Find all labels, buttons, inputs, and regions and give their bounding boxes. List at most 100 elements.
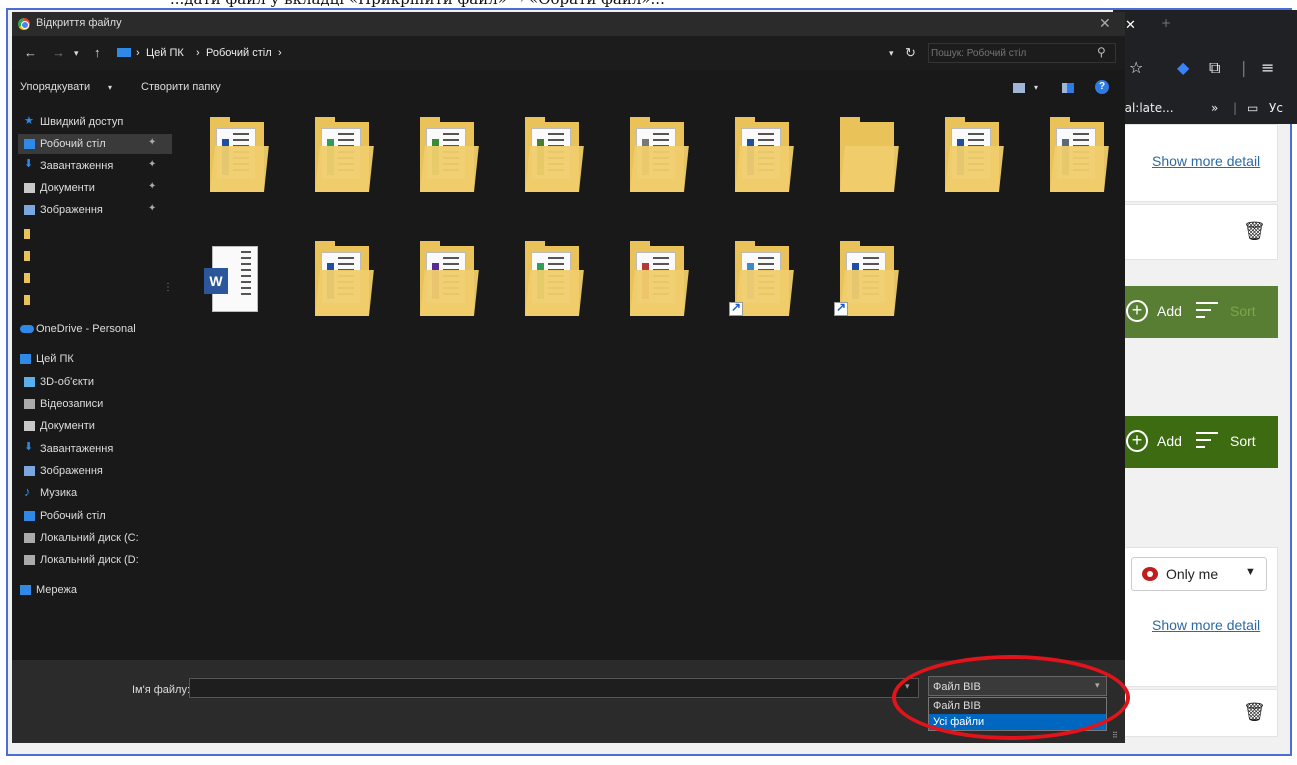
search-box: ⚲ <box>928 43 1116 63</box>
desktop-icon <box>24 139 35 149</box>
search-input[interactable] <box>931 46 1091 61</box>
resize-grip-icon[interactable]: ⠿ <box>1112 731 1118 740</box>
nav-item[interactable]: ♪ Музика <box>18 483 172 503</box>
folder-icon[interactable] <box>402 116 486 208</box>
folder-icon[interactable] <box>192 116 276 208</box>
folder-icon[interactable] <box>297 116 381 208</box>
trash-icon[interactable]: 🗑 <box>1243 221 1266 242</box>
chevron-down-icon[interactable]: ▾ <box>889 48 894 59</box>
folder-icon[interactable] <box>297 240 381 332</box>
shortcut-arrow-icon <box>834 300 848 316</box>
nav-item[interactable]: Цей ПК <box>18 349 172 369</box>
nav-item[interactable] <box>18 246 172 266</box>
nav-item[interactable]: 3D-об'єкти <box>18 372 172 392</box>
add-icon[interactable]: + <box>1126 300 1148 322</box>
nav-item[interactable]: Робочий стіл ✦ <box>18 134 172 154</box>
folder-icon[interactable] <box>717 240 801 332</box>
nav-item[interactable]: Робочий стіл <box>18 506 172 526</box>
nav-item-label: Локальний диск (C: <box>40 532 139 544</box>
recent-locations-icon[interactable]: ▾ <box>74 48 79 59</box>
nav-item-label: Робочий стіл <box>40 138 106 150</box>
desktop-icon <box>24 511 35 521</box>
organize-button[interactable]: Упорядкувати <box>20 81 90 93</box>
new-tab-icon[interactable]: + <box>1161 16 1171 30</box>
nav-item[interactable]: ★ Швидкий доступ <box>18 112 172 132</box>
folder-icon[interactable] <box>1032 116 1116 208</box>
nav-item[interactable] <box>18 268 172 288</box>
browser-chrome: ✕ + ☆ ◆ ⧉ | ≡ nal:late... » | ▭ Ус <box>1113 10 1297 124</box>
back-icon[interactable]: ← <box>24 45 37 60</box>
address-bar: ← → ▾ ↑ › Цей ПК › Робочий стіл › ▾ ↻ ⚲ <box>12 36 1125 70</box>
extensions-puzzle-icon[interactable]: ⧉ <box>1209 58 1220 78</box>
close-icon[interactable]: ✕ <box>1099 15 1111 32</box>
filename-input[interactable] <box>189 678 919 698</box>
breadcrumb-separator: › <box>196 47 200 59</box>
forward-icon[interactable]: → <box>52 45 65 60</box>
folder-icon[interactable] <box>507 116 591 208</box>
nav-item[interactable]: ⬇ Завантаження <box>18 439 172 459</box>
breadcrumb-item[interactable]: Цей ПК <box>146 47 184 59</box>
nav-item[interactable]: Зображення <box>18 461 172 481</box>
folder-icon[interactable] <box>822 116 906 208</box>
help-icon[interactable]: ? <box>1095 80 1109 94</box>
nav-item[interactable] <box>18 290 172 310</box>
nav-item[interactable]: Документи <box>18 416 172 436</box>
folder-icon[interactable] <box>717 116 801 208</box>
visibility-label: Only me <box>1166 566 1219 582</box>
bookmark-folder-icon[interactable]: ▭ <box>1247 101 1258 115</box>
add-button[interactable]: Add <box>1157 303 1182 319</box>
document-text-fragment: ...дати файл у вкладці «Прикріпити файл»… <box>170 0 665 8</box>
nav-item[interactable]: OneDrive - Personal <box>18 319 172 339</box>
folder-icon[interactable] <box>612 116 696 208</box>
show-more-detail-link[interactable]: Show more detail <box>1152 153 1260 169</box>
folder-icon <box>24 273 30 283</box>
folder-icon[interactable] <box>612 240 696 332</box>
trash-icon[interactable]: 🗑 <box>1243 702 1266 723</box>
close-tab-icon[interactable]: ✕ <box>1125 18 1136 33</box>
chevron-down-icon[interactable]: ▾ <box>108 83 112 92</box>
show-more-detail-link-2[interactable]: Show more detail <box>1152 617 1260 633</box>
up-icon[interactable]: ↑ <box>94 45 101 60</box>
bookmark-item[interactable]: nal:late... <box>1117 101 1174 115</box>
add-sort-bar: + Add Sort <box>1116 416 1278 468</box>
nav-item[interactable] <box>18 224 172 244</box>
nav-item-label: Завантаження <box>40 443 114 455</box>
folder-icon <box>24 251 30 261</box>
preview-pane-icon[interactable] <box>1062 83 1074 93</box>
sort-button[interactable]: Sort <box>1230 433 1256 449</box>
nav-item[interactable]: Локальний диск (D: <box>18 550 172 570</box>
add-button[interactable]: Add <box>1157 433 1182 449</box>
search-icon[interactable]: ⚲ <box>1097 45 1106 59</box>
add-icon[interactable]: + <box>1126 430 1148 452</box>
nav-item[interactable]: Відеозаписи <box>18 394 172 414</box>
breadcrumb-separator: › <box>136 47 140 59</box>
folder-icon[interactable] <box>927 116 1011 208</box>
nav-item[interactable]: ⬇ Завантаження ✦ <box>18 156 172 176</box>
bookmark-star-icon[interactable]: ☆ <box>1129 58 1143 77</box>
nav-item[interactable]: Мережа <box>18 580 172 600</box>
eye-icon <box>1142 567 1158 581</box>
word-file-icon[interactable]: W <box>192 240 276 332</box>
folder-icon[interactable] <box>507 240 591 332</box>
chevron-down-icon[interactable]: ▾ <box>1034 83 1038 92</box>
pictures-icon <box>24 466 35 476</box>
sort-icon[interactable] <box>1196 432 1218 453</box>
reading-list-icon[interactable]: ≡ <box>1261 58 1274 77</box>
sort-icon[interactable] <box>1196 302 1218 323</box>
view-options-icon[interactable] <box>1013 83 1025 93</box>
extension-icon[interactable]: ◆ <box>1177 58 1189 77</box>
bookmark-folder-label[interactable]: Ус <box>1269 101 1283 115</box>
bookmark-divider: | <box>1233 101 1238 115</box>
nav-item[interactable]: Зображення ✦ <box>18 200 172 220</box>
folder-icon[interactable] <box>822 240 906 332</box>
folder-icon[interactable] <box>402 240 486 332</box>
breadcrumb-item[interactable]: Робочий стіл <box>206 47 272 59</box>
more-bookmarks-icon[interactable]: » <box>1211 101 1218 115</box>
refresh-icon[interactable]: ↻ <box>905 45 916 61</box>
nav-item[interactable]: Локальний диск (C: <box>18 528 172 548</box>
visibility-select[interactable]: Only me ▼ <box>1131 557 1267 591</box>
pane-splitter-icon[interactable]: ⋮ <box>163 282 173 293</box>
nav-item[interactable]: Документи ✦ <box>18 178 172 198</box>
sort-button[interactable]: Sort <box>1230 303 1256 319</box>
new-folder-button[interactable]: Створити папку <box>141 81 221 93</box>
